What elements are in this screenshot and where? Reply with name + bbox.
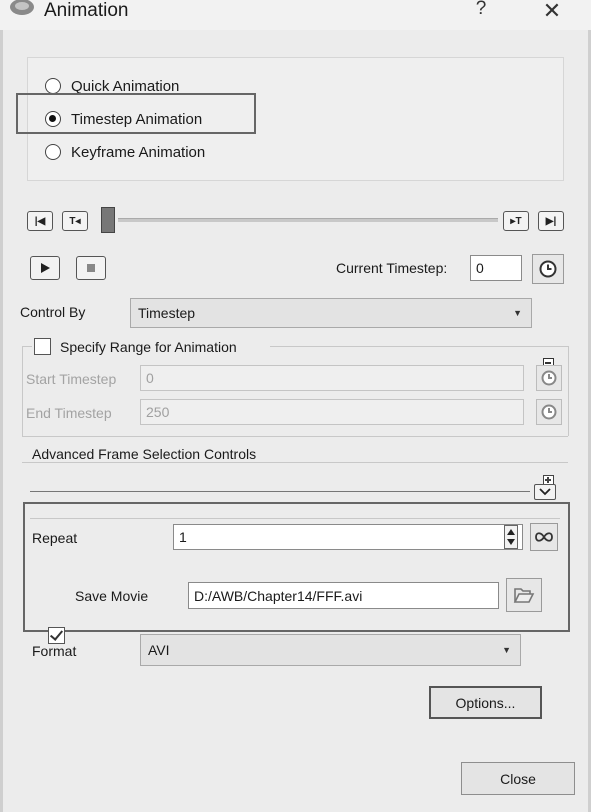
folder-open-icon <box>513 588 535 603</box>
range-group-border-right <box>568 346 569 436</box>
advanced-frame-selection-label[interactable]: Advanced Frame Selection Controls <box>32 446 256 462</box>
radio-button[interactable] <box>45 78 61 94</box>
movie-group-line <box>30 518 560 519</box>
end-timestep-input[interactable]: 250 <box>140 399 524 425</box>
end-timestep-clock-button[interactable] <box>536 399 562 425</box>
radio-label: Keyframe Animation <box>71 143 206 161</box>
advanced-group-line <box>22 462 568 463</box>
range-group-border-bottom <box>22 436 568 437</box>
current-timestep-clock-button[interactable] <box>532 254 564 284</box>
highlight-annotation-box <box>16 93 256 134</box>
clock-icon <box>541 370 557 386</box>
current-timestep-label: Current Timestep: <box>336 260 448 276</box>
radio-keyframe-animation[interactable]: Keyframe Animation <box>45 140 205 164</box>
repeat-infinite-button[interactable] <box>530 523 558 551</box>
clock-icon <box>541 404 557 420</box>
format-label: Format <box>32 643 77 659</box>
timestep-slider-thumb[interactable] <box>101 207 115 233</box>
control-by-label: Control By <box>20 304 86 320</box>
repeat-value: 1 <box>179 529 187 545</box>
control-by-value: Timestep <box>138 305 196 321</box>
specify-range-checkbox[interactable] <box>34 338 51 355</box>
repeat-label: Repeat <box>32 530 78 546</box>
stop-button[interactable] <box>76 256 106 280</box>
start-timestep-clock-button[interactable] <box>536 365 562 391</box>
stop-icon <box>87 264 95 272</box>
step-forward-button[interactable]: ▸T <box>503 211 529 231</box>
clock-icon <box>539 260 557 278</box>
close-window-icon[interactable]: ✕ <box>538 0 566 26</box>
play-icon <box>41 263 50 273</box>
app-icon <box>10 0 34 15</box>
chevron-down-icon <box>539 488 551 496</box>
save-movie-checkbox[interactable] <box>48 627 65 644</box>
end-timestep-label: End Timestep <box>26 405 112 421</box>
current-timestep-input[interactable]: 0 <box>470 255 522 281</box>
window-title: Animation <box>44 0 129 21</box>
start-timestep-input[interactable]: 0 <box>140 365 524 391</box>
infinity-icon <box>535 532 553 542</box>
browse-folder-button[interactable] <box>506 578 542 612</box>
repeat-spinner[interactable] <box>504 525 518 549</box>
movie-settings-highlight-box <box>23 502 570 632</box>
step-back-button[interactable]: T◂ <box>62 211 88 231</box>
radio-button[interactable] <box>45 144 61 160</box>
close-button[interactable]: Close <box>461 762 575 795</box>
chevron-down-icon: ▼ <box>513 308 522 318</box>
format-value: AVI <box>148 642 170 658</box>
range-group-border-top <box>22 346 32 347</box>
spinner-arrows-icon <box>507 529 515 545</box>
start-timestep-label: Start Timestep <box>26 371 117 387</box>
chevron-down-icon: ▼ <box>502 645 511 655</box>
section-separator <box>30 491 530 492</box>
save-movie-label: Save Movie <box>75 588 149 604</box>
last-frame-button[interactable]: ▶| <box>538 211 564 231</box>
range-group-border-top <box>270 346 568 347</box>
help-button[interactable]: ? <box>468 0 494 24</box>
movie-section-toggle[interactable] <box>534 484 556 500</box>
save-movie-path-input[interactable]: D:/AWB/Chapter14/FFF.avi <box>188 582 499 609</box>
range-group-border-left <box>22 346 23 436</box>
repeat-input[interactable]: 1 <box>173 524 523 550</box>
control-by-select[interactable]: Timestep ▼ <box>130 298 532 328</box>
window-border-left <box>0 30 3 812</box>
format-select[interactable]: AVI ▼ <box>140 634 521 666</box>
play-button[interactable] <box>30 256 60 280</box>
specify-range-label: Specify Range for Animation <box>60 339 237 355</box>
timestep-slider-track[interactable] <box>118 218 498 222</box>
first-frame-button[interactable]: |◀ <box>27 211 53 231</box>
options-button[interactable]: Options... <box>429 686 542 719</box>
radio-label: Quick Animation <box>71 77 180 95</box>
